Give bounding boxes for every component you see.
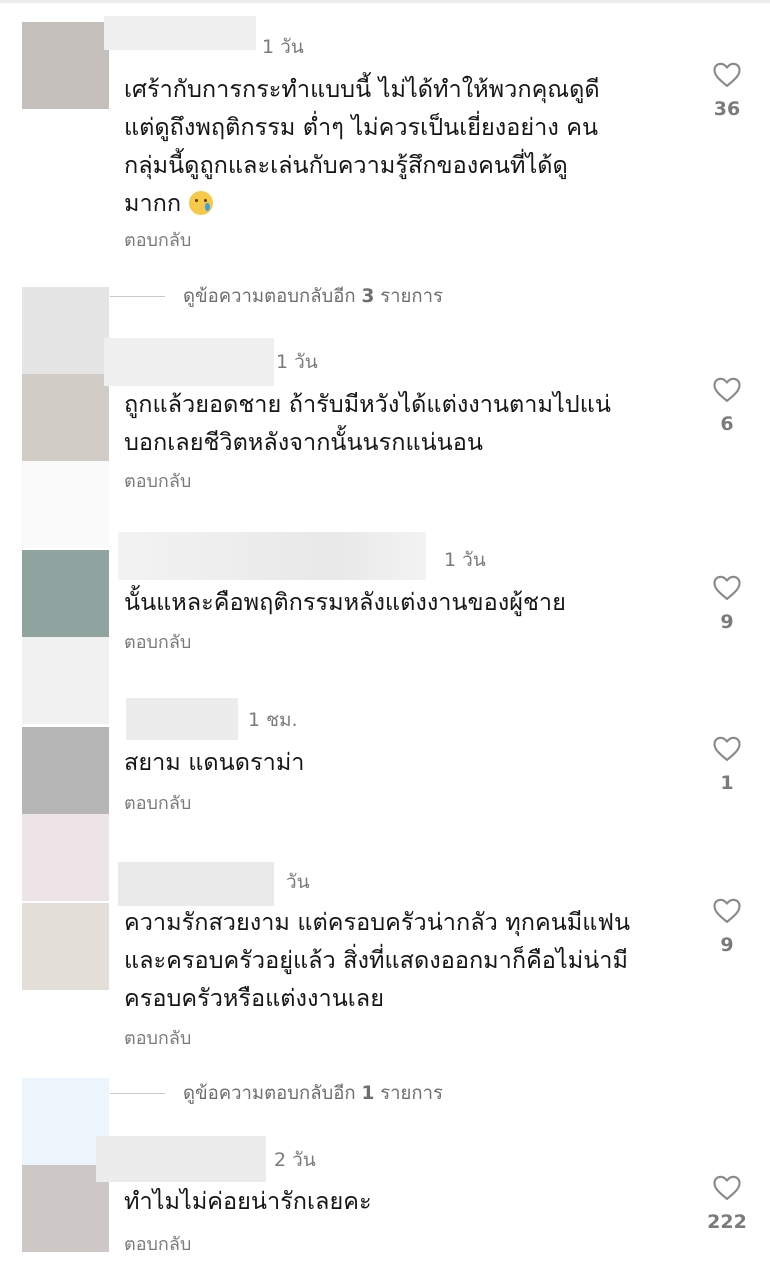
comment-text: นั้นแหละคือพฤติกรรมหลังแต่งงานของผู้ชาย: [124, 588, 566, 616]
comment-text: เศร้ากับการกระทำแบบนี้ ไม่ได้ทำให้พวกคุณ…: [124, 75, 600, 217]
view-more-replies[interactable]: ดูข้อความตอบกลับอีก 3 รายการ: [110, 284, 443, 308]
heart-icon: [713, 898, 741, 923]
comment-time: 2 วัน: [274, 1149, 316, 1171]
view-replies-label: ดูข้อความตอบกลับอีก 1 รายการ: [183, 1082, 443, 1104]
like-count: 36: [713, 98, 741, 120]
username-blurred[interactable]: [104, 16, 256, 50]
divider-line: [110, 295, 165, 297]
comment-text: สยาม แดนดราม่า: [124, 748, 305, 776]
avatar[interactable]: [22, 374, 109, 461]
like-button[interactable]: 1: [698, 734, 756, 794]
heart-icon: [713, 736, 741, 761]
comment-text: ความรักสวยงาม แต่ครอบครัวน่ากลัว ทุกคนมี…: [124, 908, 631, 1012]
username-blurred[interactable]: [126, 698, 238, 740]
comment-time: 1 ชม.: [248, 709, 298, 731]
comment-time: 1 วัน: [444, 549, 486, 571]
like-button[interactable]: 9: [698, 573, 756, 633]
view-replies-label: ดูข้อความตอบกลับอีก 3 รายการ: [183, 285, 443, 307]
reply-button[interactable]: ตอบกลับ: [124, 230, 191, 252]
like-button[interactable]: 222: [698, 1173, 756, 1233]
sad-tear-emoji: [188, 191, 213, 215]
like-count: 1: [720, 772, 734, 794]
avatar[interactable]: [22, 903, 109, 990]
reply-button[interactable]: ตอบกลับ: [124, 1028, 191, 1050]
like-count: 6: [720, 413, 734, 435]
comment-text: ทำไมไม่ค่อยน่ารักเลยคะ: [124, 1187, 372, 1215]
like-button[interactable]: 6: [698, 375, 756, 435]
avatar-placeholder: [22, 637, 109, 724]
heart-icon: [713, 377, 741, 402]
comment-text: ถูกแล้วยอดชาย ถ้ารับมีหวังได้แต่งงานตามไ…: [124, 390, 611, 456]
avatar[interactable]: [22, 727, 109, 814]
comment-time: วัน: [286, 871, 310, 893]
username-blurred[interactable]: [118, 532, 426, 580]
like-button[interactable]: 36: [698, 60, 756, 120]
reply-button[interactable]: ตอบกลับ: [124, 793, 191, 815]
comment-time: 1 วัน: [276, 351, 318, 373]
avatar[interactable]: [22, 22, 109, 109]
avatar-placeholder: [22, 814, 109, 901]
reply-button[interactable]: ตอบกลับ: [124, 632, 191, 654]
heart-icon: [713, 575, 741, 600]
like-button[interactable]: 9: [698, 896, 756, 956]
avatar[interactable]: [22, 287, 109, 374]
avatar-placeholder: [22, 461, 109, 548]
top-divider: [0, 0, 770, 3]
like-count: 9: [720, 934, 734, 956]
like-count: 222: [707, 1211, 747, 1233]
avatar[interactable]: [22, 550, 109, 637]
reply-button[interactable]: ตอบกลับ: [124, 1234, 191, 1256]
heart-icon: [713, 1175, 741, 1200]
heart-icon: [713, 62, 741, 87]
divider-line: [110, 1092, 165, 1094]
view-more-replies[interactable]: ดูข้อความตอบกลับอีก 1 รายการ: [110, 1081, 443, 1105]
comment-time: 1 วัน: [262, 36, 304, 58]
username-blurred[interactable]: [118, 862, 274, 906]
like-count: 9: [720, 611, 734, 633]
username-blurred[interactable]: [104, 338, 274, 386]
username-blurred[interactable]: [96, 1136, 266, 1182]
reply-button[interactable]: ตอบกลับ: [124, 471, 191, 493]
